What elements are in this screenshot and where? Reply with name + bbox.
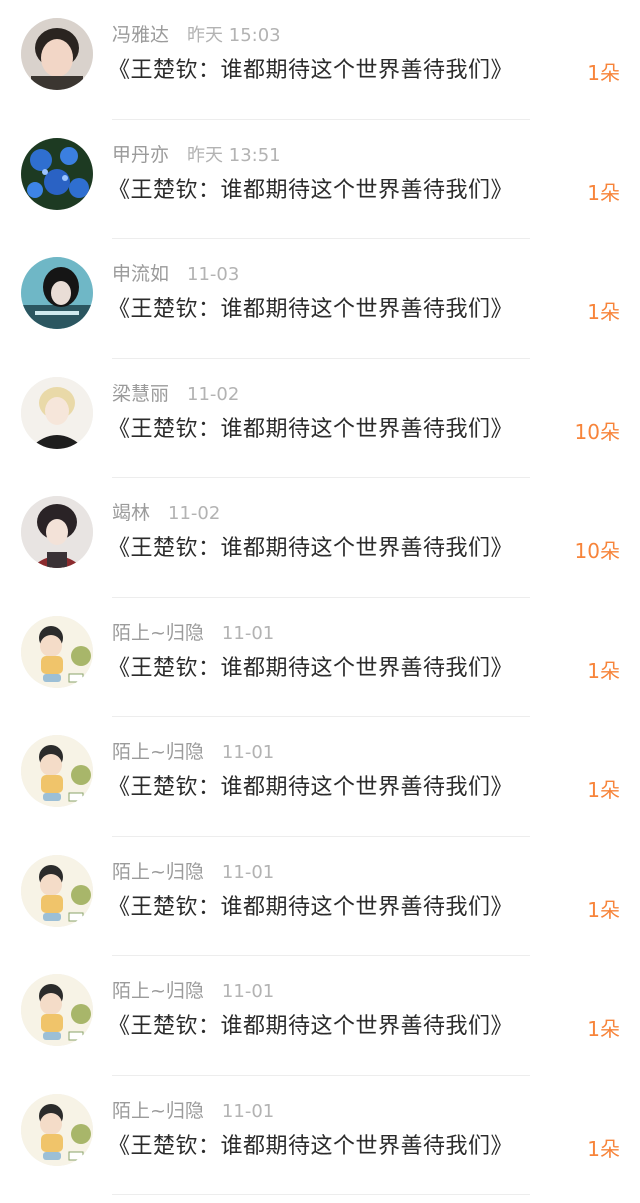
cartoon-kid-icon <box>21 735 93 807</box>
item-title[interactable]: 《王楚钦：谁都期待这个世界善待我们》 <box>108 1130 513 1164</box>
flower-count: 1朵 <box>587 300 620 324</box>
item-meta: 甲丹亦 昨天 13:51 <box>112 140 281 170</box>
username[interactable]: 陌上~归隐 <box>112 622 204 644</box>
timestamp: 11-01 <box>221 861 275 883</box>
cartoon-kid-icon <box>21 1093 93 1166</box>
username[interactable]: 陌上~归隐 <box>112 861 204 883</box>
item-meta: 陌上~归隐 11-01 <box>112 857 274 887</box>
username[interactable]: 梁慧丽 <box>112 383 169 405</box>
divider <box>112 1194 530 1195</box>
item-title[interactable]: 《王楚钦：谁都期待这个世界善待我们》 <box>108 54 513 88</box>
avatar[interactable] <box>21 18 93 90</box>
item-title[interactable]: 《王楚钦：谁都期待这个世界善待我们》 <box>108 532 513 566</box>
list-item[interactable]: 冯雅达 昨天 15:03 《王楚钦：谁都期待这个世界善待我们》 1朵 <box>0 0 640 120</box>
item-meta: 竭林 11-02 <box>112 498 220 528</box>
username[interactable]: 陌上~归隐 <box>112 741 204 763</box>
cartoon-kid-icon <box>21 974 93 1046</box>
item-title[interactable]: 《王楚钦：谁都期待这个世界善待我们》 <box>108 293 513 327</box>
timestamp: 11-03 <box>187 264 240 285</box>
timestamp: 11-02 <box>187 383 240 405</box>
timestamp: 11-02 <box>168 503 221 524</box>
avatar[interactable] <box>21 1093 93 1166</box>
username[interactable]: 冯雅达 <box>112 24 169 46</box>
timestamp: 11-01 <box>221 981 275 1002</box>
cartoon-kid-icon <box>21 615 93 688</box>
item-meta: 陌上~归隐 11-01 <box>112 618 274 648</box>
username[interactable]: 申流如 <box>112 263 169 285</box>
anime-dark-hair-icon <box>21 496 93 568</box>
item-meta: 冯雅达 昨天 15:03 <box>112 20 281 50</box>
timestamp: 昨天 13:51 <box>187 144 281 166</box>
avatar[interactable] <box>21 376 93 449</box>
item-meta: 申流如 11-03 <box>112 259 239 289</box>
list-item[interactable]: 陌上~归隐 11-01 《王楚钦：谁都期待这个世界善待我们》 1朵 <box>0 837 640 956</box>
timestamp: 11-01 <box>221 742 275 763</box>
blue-flowers-icon <box>21 137 93 210</box>
flower-count: 1朵 <box>587 1017 620 1041</box>
item-meta: 陌上~归隐 11-01 <box>112 1096 274 1126</box>
avatar[interactable] <box>21 496 93 568</box>
avatar[interactable] <box>21 615 93 688</box>
flower-count: 1朵 <box>587 897 620 922</box>
list-item[interactable]: 陌上~归隐 11-01 《王楚钦：谁都期待这个世界善待我们》 1朵 <box>0 717 640 837</box>
list-item[interactable]: 甲丹亦 昨天 13:51 《王楚钦：谁都期待这个世界善待我们》 1朵 <box>0 120 640 239</box>
item-meta: 梁慧丽 11-02 <box>112 379 239 409</box>
anime-dark-icon <box>21 257 93 329</box>
list-item[interactable]: 陌上~归隐 11-01 《王楚钦：谁都期待这个世界善待我们》 1朵 <box>0 598 640 717</box>
item-title[interactable]: 《王楚钦：谁都期待这个世界善待我们》 <box>108 174 513 208</box>
list-item[interactable]: 竭林 11-02 《王楚钦：谁都期待这个世界善待我们》 10朵 <box>0 478 640 598</box>
item-title[interactable]: 《王楚钦：谁都期待这个世界善待我们》 <box>108 652 513 686</box>
avatar[interactable] <box>21 137 93 210</box>
item-title[interactable]: 《王楚钦：谁都期待这个世界善待我们》 <box>108 1010 513 1044</box>
list-item[interactable]: 陌上~归隐 11-01 《王楚钦：谁都期待这个世界善待我们》 1朵 <box>0 956 640 1076</box>
list-item[interactable]: 申流如 11-03 《王楚钦：谁都期待这个世界善待我们》 1朵 <box>0 239 640 359</box>
avatar[interactable] <box>21 257 93 329</box>
flower-count: 1朵 <box>587 658 620 683</box>
cartoon-kid-icon <box>21 854 93 927</box>
avatar[interactable] <box>21 854 93 927</box>
flower-count: 1朵 <box>587 61 620 85</box>
username[interactable]: 甲丹亦 <box>112 144 169 166</box>
gift-feed-list: 冯雅达 昨天 15:03 《王楚钦：谁都期待这个世界善待我们》 1朵 甲丹亦 昨天 … <box>0 0 640 1203</box>
flower-count: 1朵 <box>587 1136 620 1161</box>
timestamp: 昨天 15:03 <box>187 25 281 46</box>
flower-count: 1朵 <box>587 180 620 205</box>
photo-portrait-icon <box>21 18 93 90</box>
list-item[interactable]: 陌上~归隐 11-01 《王楚钦：谁都期待这个世界善待我们》 1朵 <box>0 1076 640 1195</box>
avatar[interactable] <box>21 735 93 807</box>
timestamp: 11-01 <box>221 622 275 644</box>
item-title[interactable]: 《王楚钦：谁都期待这个世界善待我们》 <box>108 771 513 805</box>
flower-count: 10朵 <box>574 539 620 563</box>
flower-count: 10朵 <box>574 419 620 444</box>
username[interactable]: 陌上~归隐 <box>112 1100 204 1122</box>
anime-blond-icon <box>21 376 93 449</box>
flower-count: 1朵 <box>587 778 620 802</box>
item-title[interactable]: 《王楚钦：谁都期待这个世界善待我们》 <box>108 413 513 447</box>
list-item[interactable]: 梁慧丽 11-02 《王楚钦：谁都期待这个世界善待我们》 10朵 <box>0 359 640 478</box>
item-title[interactable]: 《王楚钦：谁都期待这个世界善待我们》 <box>108 891 513 925</box>
timestamp: 11-01 <box>221 1100 275 1122</box>
item-meta: 陌上~归隐 11-01 <box>112 737 274 767</box>
username[interactable]: 陌上~归隐 <box>112 980 204 1002</box>
avatar[interactable] <box>21 974 93 1046</box>
item-meta: 陌上~归隐 11-01 <box>112 976 274 1006</box>
username[interactable]: 竭林 <box>112 502 150 524</box>
